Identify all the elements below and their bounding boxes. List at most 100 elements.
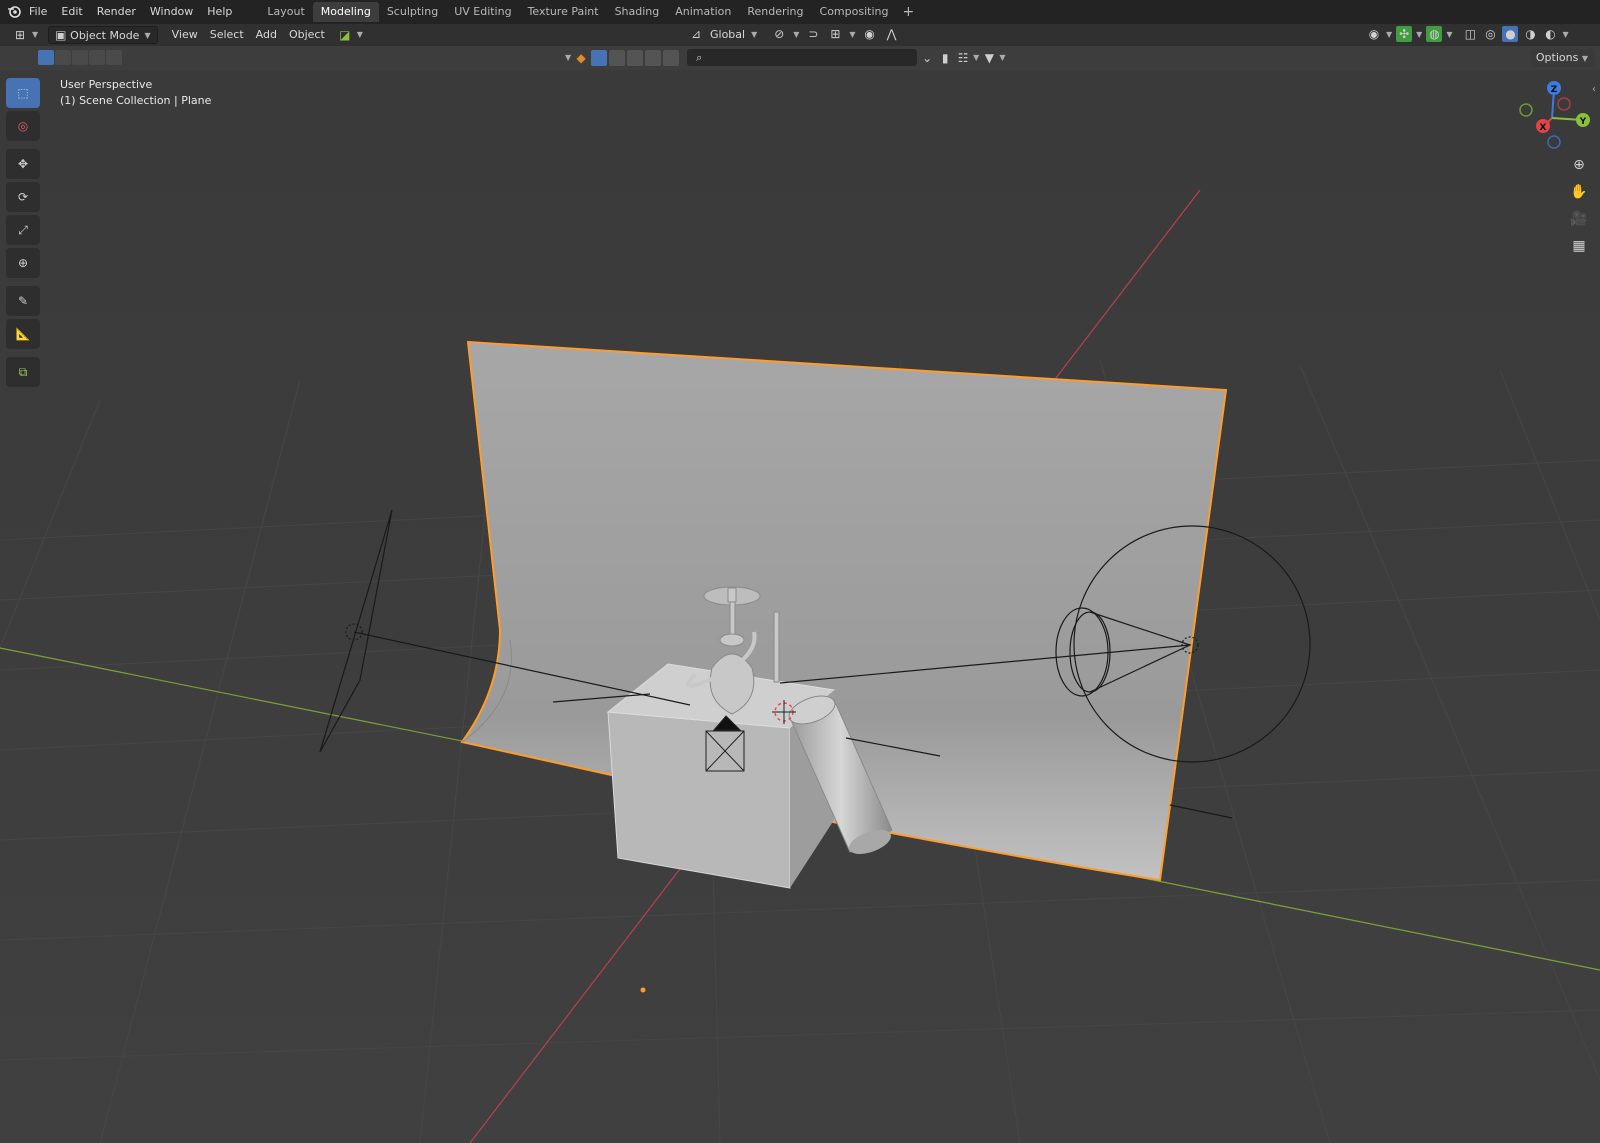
blender-logo-icon[interactable] [6,4,22,20]
menu-render[interactable]: Render [90,0,143,24]
add-menu[interactable]: Add [250,26,283,44]
menu-file[interactable]: File [22,0,54,24]
cursor-icon: ◎ [17,119,29,133]
zoom-button[interactable]: ⊕ [1566,152,1592,178]
wireframe-shading-icon[interactable]: ◎ [1482,26,1498,42]
gizmo-toggle-icon[interactable]: ✣ [1396,26,1413,42]
viewport-3d[interactable] [0,70,1600,1143]
hand-icon: ✋ [1570,184,1588,200]
navigation-gizmo[interactable]: Z Y X [1512,78,1592,158]
filter-mesh-icon[interactable] [591,49,608,66]
mode-select[interactable]: ▣ Object Mode ▼ [48,26,158,44]
select-intersect-icon[interactable] [106,50,122,65]
tab-layout[interactable]: Layout [259,2,312,22]
scale-tool[interactable]: ⤢ [6,215,40,245]
menu-edit[interactable]: Edit [54,0,89,24]
viewport-perspective-label: User Perspective [60,78,153,91]
filter-camera-icon[interactable] [645,49,662,66]
transform-icon: ⊕ [17,256,29,270]
chevron-down-icon: ▼ [751,29,758,39]
search-input[interactable]: ⌕ [687,49,918,66]
neg-z-axis-handle[interactable] [1547,135,1561,149]
select-menu[interactable]: Select [204,26,250,44]
viewport-header: ⊞ ▼ ▣ Object Mode ▼ View Select Add Objec… [0,24,1600,46]
select-subtract-icon[interactable] [72,50,88,65]
menu-window[interactable]: Window [143,0,200,24]
select-extend-icon[interactable] [55,50,71,65]
editor-type-button[interactable]: ⊞ ▼ [6,26,44,44]
pan-button[interactable]: ✋ [1566,179,1592,205]
neg-x-axis-handle[interactable] [1557,97,1571,111]
tab-rendering[interactable]: Rendering [739,2,811,22]
annotate-icon: ✎ [17,294,29,308]
workspace-tabs: Layout Modeling Sculpting UV Editing Tex… [259,0,920,24]
object-origin-dot [640,987,646,993]
solid-shading-icon[interactable]: ● [1502,26,1519,42]
filter-toolbar: ▼ ◆ ⌕ ⌄ ▮ ☷ ▼ ▼ ▼ [565,49,1006,66]
rotate-tool[interactable]: ⟳ [6,182,40,212]
y-axis-label: Y [1579,117,1587,127]
visibility-icon[interactable]: ◉ [1366,26,1382,42]
move-icon: ✥ [17,157,29,171]
chevron-down-icon: ▼ [144,30,151,40]
overlay-toggle-icon[interactable]: ◍ [1426,26,1443,42]
funnel-filter-icon[interactable]: ▼ [981,50,997,66]
tool-header: ▼ ◆ ⌕ ⌄ ▮ ☷ ▼ ▼ ▼ Options ▼ [0,46,1600,70]
tab-shading[interactable]: Shading [607,2,668,22]
xray-toggle-icon[interactable]: ◫ [1462,26,1478,42]
tab-texture-paint[interactable]: Texture Paint [520,2,607,22]
object-data-icon: ◪ [339,28,351,42]
cursor-tool[interactable]: ◎ [6,111,40,141]
chevron-down-icon[interactable]: ▼ [1562,30,1568,39]
falloff-icon[interactable]: ⋀ [884,26,900,42]
measure-tool[interactable]: 📐 [6,319,40,349]
filter-empty-icon[interactable] [663,49,680,66]
transform-tool[interactable]: ⊕ [6,248,40,278]
pivot-point-icon[interactable]: ⊘ [771,26,787,42]
camera-icon: 🎥 [1570,211,1588,227]
add-workspace-button[interactable]: + [896,4,920,20]
camera-view-button[interactable]: 🎥 [1566,206,1592,232]
scale-icon: ⤢ [18,223,28,237]
chevron-down-icon: ▼ [1581,54,1588,63]
view-menu[interactable]: View [166,26,204,44]
snap-icon[interactable]: ⊃ [805,26,821,42]
select-new-icon[interactable] [38,50,54,65]
options-label: Options [1535,51,1579,64]
orientation-select[interactable]: Global [710,28,745,41]
proportional-edit-icon[interactable]: ◉ [862,26,878,42]
x-axis-label: X [1540,123,1547,133]
tab-compositing[interactable]: Compositing [812,2,897,22]
sidebar-toggle-icon[interactable]: ‹ [1592,84,1596,95]
snap-target-icon[interactable]: ⊞ [827,26,843,42]
tab-uv-editing[interactable]: UV Editing [446,2,519,22]
material-shading-icon[interactable]: ◑ [1522,26,1538,42]
left-toolbar: ⬚ ◎ ✥ ⟳ ⤢ ⊕ ✎ 📐 ⧉ [6,78,42,390]
add-cube-tool[interactable]: ⧉ [6,357,40,387]
rendered-shading-icon[interactable]: ◐ [1542,26,1558,42]
editor-type-icon: ⊞ [14,28,26,42]
filter-light-icon[interactable] [627,49,644,66]
object-type-button[interactable]: ◪ ▼ [331,26,369,44]
search-icon: ⌕ [696,50,703,64]
filter-options-icon[interactable]: ⌄ [919,50,935,66]
options-dropdown[interactable]: Options ▼ [1529,49,1594,67]
menu-help[interactable]: Help [200,0,239,24]
neg-y-axis-handle[interactable] [1519,103,1533,117]
select-box-tool[interactable]: ⬚ [6,78,40,108]
bookmark-icon[interactable]: ▮ [937,50,953,66]
rotate-icon: ⟳ [17,190,29,204]
tab-animation[interactable]: Animation [667,2,739,22]
ortho-toggle-button[interactable]: ▦ [1566,233,1592,259]
tab-sculpting[interactable]: Sculpting [379,2,446,22]
chevron-down-icon[interactable]: ▼ [565,53,571,62]
annotate-tool[interactable]: ✎ [6,286,40,316]
filter-curve-icon[interactable] [609,49,626,66]
transform-controls: ⊿ Global ▼ ⊘ ▼ ⊃ ⊞ ▼ ◉ ⋀ [688,26,900,42]
tab-modeling[interactable]: Modeling [312,2,379,22]
color-filter-icon[interactable]: ◆ [573,50,589,66]
object-menu[interactable]: Object [283,26,331,44]
move-tool[interactable]: ✥ [6,149,40,179]
select-invert-icon[interactable] [89,50,105,65]
display-mode-icon[interactable]: ☷ [955,50,971,66]
